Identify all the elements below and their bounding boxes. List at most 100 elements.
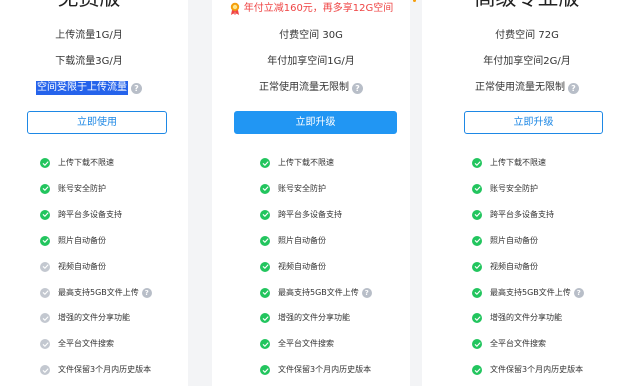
plan-info-text: 正常使用流量无限制	[259, 82, 349, 93]
feature-label: 账号安全防护	[490, 183, 538, 193]
check-circle-icon	[472, 313, 482, 324]
feature-item: 照片自动备份	[260, 235, 326, 247]
feature-label: 账号安全防护	[278, 183, 326, 193]
feature-label: 跨平台多设备支持	[278, 209, 342, 219]
plan-info-text: 正常使用流量无限制	[475, 82, 565, 93]
check-circle-icon	[40, 313, 50, 324]
plan-info-text: 下载流量3G/月	[55, 56, 123, 67]
feature-label: 上传下载不限速	[278, 158, 334, 167]
plan-info-space: 付费空间 30G	[212, 29, 410, 43]
feature-item: 全平台文件搜索	[260, 338, 334, 350]
feature-label: 上传下载不限速	[58, 158, 114, 167]
feature-label: 最高支持5GB文件上传	[58, 287, 139, 297]
check-circle-icon	[40, 365, 50, 376]
feature-label: 照片自动备份	[58, 235, 106, 245]
feature-label: 照片自动备份	[278, 235, 326, 245]
feature-item: 文件保留3个月内历史版本	[472, 364, 583, 376]
plan-info-space: 空间受限于上传流量 ?	[0, 81, 188, 95]
plan-info-text: 上传流量1G/月	[55, 30, 123, 41]
feature-label: 全平台文件搜索	[490, 339, 546, 349]
feature-item: 增强的文件分享功能	[472, 312, 562, 324]
feature-item: 上传下载不限速	[472, 157, 546, 169]
promo-banner: 年付立减160元，再多享12G空间	[212, 2, 410, 16]
check-circle-icon	[472, 209, 482, 220]
feature-label: 跨平台多设备支持	[490, 209, 554, 219]
check-circle-icon	[260, 235, 270, 246]
feature-label: 文件保留3个月内历史版本	[490, 365, 584, 375]
feature-label: 增强的文件分享功能	[58, 313, 130, 323]
feature-item: 跨平台多设备支持	[260, 209, 342, 221]
feature-item: 账号安全防护	[40, 183, 106, 195]
question-circle-icon[interactable]: ?	[141, 287, 152, 298]
plan-info-text-selected: 空间受限于上传流量	[36, 81, 128, 95]
plan-info-traffic: 正常使用流量无限制 ?	[422, 81, 626, 95]
check-circle-icon	[40, 158, 50, 168]
feature-label: 全平台文件搜索	[58, 339, 114, 349]
check-circle-icon	[472, 365, 482, 376]
plan-info-text: 付费空间 30G	[279, 30, 343, 41]
feature-label: 最高支持5GB文件上传	[278, 287, 359, 297]
feature-label: 全平台文件搜索	[278, 339, 334, 349]
feature-label: 最高支持5GB文件上传	[490, 287, 571, 297]
feature-label: 增强的文件分享功能	[490, 313, 562, 323]
check-circle-icon	[260, 365, 270, 376]
feature-item: 账号安全防护	[472, 183, 538, 195]
plan-info-space: 付费空间 72G	[422, 29, 626, 43]
question-circle-icon[interactable]: ?	[573, 287, 584, 298]
check-circle-icon	[472, 287, 482, 298]
question-circle-icon[interactable]: ?	[568, 82, 579, 94]
feature-item: 照片自动备份	[40, 235, 106, 247]
feature-label: 文件保留3个月内历史版本	[278, 365, 372, 375]
feature-label: 增强的文件分享功能	[278, 313, 350, 323]
plan-info-text: 年付加享空间2G/月	[483, 56, 571, 67]
feature-label: 账号安全防护	[58, 183, 106, 193]
check-circle-icon	[260, 287, 270, 298]
question-circle-icon[interactable]: ?	[361, 287, 372, 298]
check-circle-icon	[472, 339, 482, 350]
plan-info-bonus: 年付加享空间2G/月	[422, 55, 626, 69]
feature-item: 视频自动备份	[40, 261, 106, 273]
feature-item: 跨平台多设备支持	[472, 209, 554, 221]
upgrade-button[interactable]: 立即升级	[234, 111, 397, 134]
feature-item: 最高支持5GB文件上传?	[472, 287, 584, 299]
check-circle-icon	[40, 261, 50, 272]
question-circle-icon[interactable]: ?	[131, 82, 142, 94]
feature-item: 最高支持5GB文件上传?	[40, 287, 152, 299]
check-circle-icon	[472, 183, 482, 194]
check-circle-icon	[260, 209, 270, 220]
plan-card-standard: 年付立减160元，再多享12G空间 付费空间 30G 年付加享空间1G/月 正常…	[212, 0, 416, 386]
feature-label: 照片自动备份	[490, 235, 538, 245]
check-circle-icon	[40, 339, 50, 350]
feature-item: 视频自动备份	[472, 261, 538, 273]
plan-info-upload: 上传流量1G/月	[0, 29, 188, 43]
plan-title: 免费版	[0, 0, 188, 10]
plan-info-traffic: 正常使用流量无限制 ?	[212, 81, 410, 95]
question-circle-icon[interactable]: ?	[352, 82, 363, 94]
plan-info-text: 付费空间 72G	[495, 30, 559, 41]
check-circle-icon	[472, 158, 482, 168]
feature-item: 文件保留3个月内历史版本	[40, 364, 151, 376]
use-now-button[interactable]: 立即使用	[27, 111, 167, 134]
plan-title: 高级专业版	[422, 0, 626, 10]
feature-item: 上传下载不限速	[40, 157, 114, 169]
plan-info-download: 下载流量3G/月	[0, 55, 188, 69]
feature-item: 上传下载不限速	[260, 157, 334, 169]
feature-label: 跨平台多设备支持	[58, 209, 122, 219]
promo-corner-marker	[413, 0, 416, 2]
feature-label: 视频自动备份	[58, 261, 106, 271]
check-circle-icon	[260, 158, 270, 168]
check-circle-icon	[472, 261, 482, 272]
plan-card-pro: 高级专业版 付费空间 72G 年付加享空间2G/月 正常使用流量无限制 ? 立即…	[422, 0, 626, 386]
feature-item: 跨平台多设备支持	[40, 209, 122, 221]
feature-item: 账号安全防护	[260, 183, 326, 195]
check-circle-icon	[40, 235, 50, 246]
upgrade-button[interactable]: 立即升级	[464, 111, 603, 134]
feature-item: 增强的文件分享功能	[40, 312, 130, 324]
plan-info-text: 年付加享空间1G/月	[267, 56, 355, 67]
check-circle-icon	[260, 339, 270, 350]
check-circle-icon	[40, 209, 50, 220]
check-circle-icon	[40, 183, 50, 194]
feature-item: 全平台文件搜索	[40, 338, 114, 350]
feature-label: 视频自动备份	[278, 261, 326, 271]
check-circle-icon	[472, 235, 482, 246]
